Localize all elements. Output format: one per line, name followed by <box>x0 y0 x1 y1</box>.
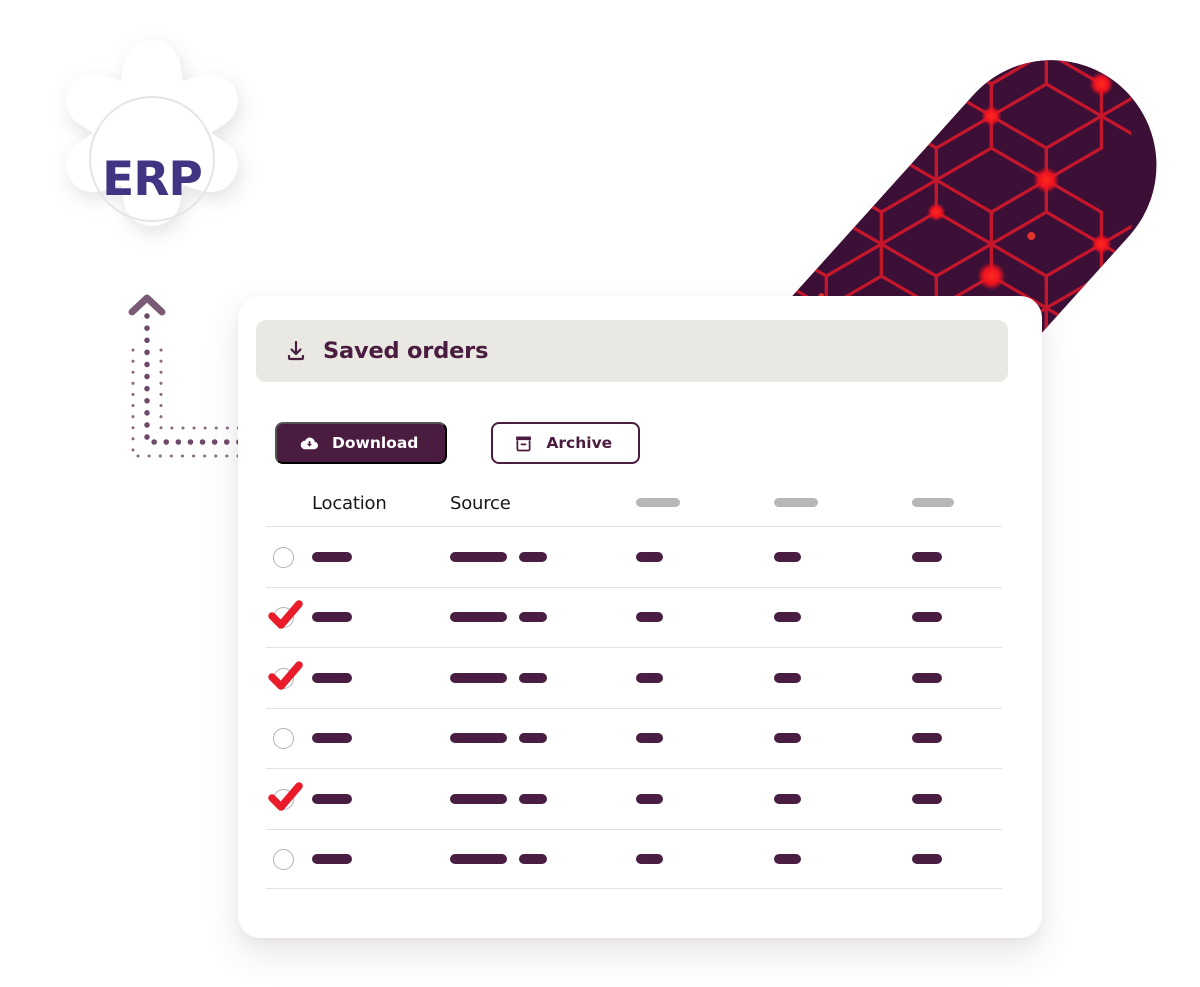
row-checkbox-unchecked[interactable] <box>266 721 312 755</box>
cell-location <box>312 669 450 687</box>
cell-source <box>450 612 636 623</box>
download-button-label: Download <box>332 434 419 452</box>
row-checkbox-unchecked[interactable] <box>266 540 312 574</box>
row-checkbox-checked[interactable] <box>266 600 312 634</box>
check-icon <box>268 661 303 690</box>
cell-source <box>450 793 636 804</box>
cell-source <box>450 551 636 562</box>
header-col-c <box>912 494 1002 512</box>
checkbox-circle <box>273 728 294 750</box>
checkbox-circle <box>273 546 294 568</box>
check-icon <box>268 782 303 811</box>
cell-col-b <box>774 850 912 868</box>
checkbox-circle <box>273 848 294 870</box>
cell-col-c <box>912 548 1002 566</box>
orders-table: Location Source <box>266 486 1002 889</box>
cell-col-a <box>636 608 774 626</box>
saved-orders-card: Saved orders Download Archive Location S… <box>238 296 1042 938</box>
cell-col-a <box>636 669 774 687</box>
cell-col-c <box>912 669 1002 687</box>
card-header: Saved orders <box>256 320 1008 382</box>
archive-button-label: Archive <box>546 434 613 452</box>
cell-col-c <box>912 608 1002 626</box>
save-download-icon <box>287 340 305 361</box>
cell-col-c <box>912 790 1002 808</box>
cell-col-b <box>774 669 912 687</box>
cell-col-c <box>912 729 1002 747</box>
table-row[interactable] <box>266 768 1002 829</box>
row-checkbox-checked[interactable] <box>266 661 312 695</box>
cell-source <box>450 853 636 864</box>
table-row[interactable] <box>266 526 1002 587</box>
cell-source <box>450 672 636 683</box>
table-body <box>266 526 1002 889</box>
cell-location <box>312 790 450 808</box>
table-row[interactable] <box>266 647 1002 708</box>
table-row[interactable] <box>266 586 1002 648</box>
card-title: Saved orders <box>323 338 489 364</box>
cell-col-c <box>912 850 1002 868</box>
check-icon <box>268 600 303 629</box>
erp-badge-label: ERP <box>102 152 203 207</box>
erp-gear-badge: ERP <box>22 28 282 290</box>
cell-col-b <box>774 729 912 747</box>
table-row[interactable] <box>266 828 1002 889</box>
header-source: Source <box>450 492 511 514</box>
header-col-a <box>636 494 774 512</box>
cloud-download-icon <box>300 437 318 449</box>
archive-button[interactable]: Archive <box>491 422 641 464</box>
cell-col-b <box>774 608 912 626</box>
cell-source <box>450 733 636 744</box>
chevron-up-icon <box>128 294 166 316</box>
cell-col-a <box>636 548 774 566</box>
cell-location <box>312 850 450 868</box>
header-location: Location <box>312 492 387 514</box>
cell-col-b <box>774 790 912 808</box>
cell-location <box>312 548 450 566</box>
page-root: ERP Saved orders Download Archive Locati… <box>0 0 1200 987</box>
archive-box-icon <box>516 436 532 451</box>
cell-location <box>312 608 450 626</box>
table-row[interactable] <box>266 707 1002 769</box>
cell-col-a <box>636 729 774 747</box>
cell-col-b <box>774 548 912 566</box>
header-col-b <box>774 494 912 512</box>
row-checkbox-unchecked[interactable] <box>266 842 312 876</box>
row-checkbox-checked[interactable] <box>266 782 312 816</box>
card-actions: Download Archive <box>275 422 641 464</box>
download-button[interactable]: Download <box>275 422 448 464</box>
table-header-row: Location Source <box>266 486 1002 526</box>
cell-col-a <box>636 790 774 808</box>
cell-location <box>312 729 450 747</box>
cell-col-a <box>636 850 774 868</box>
